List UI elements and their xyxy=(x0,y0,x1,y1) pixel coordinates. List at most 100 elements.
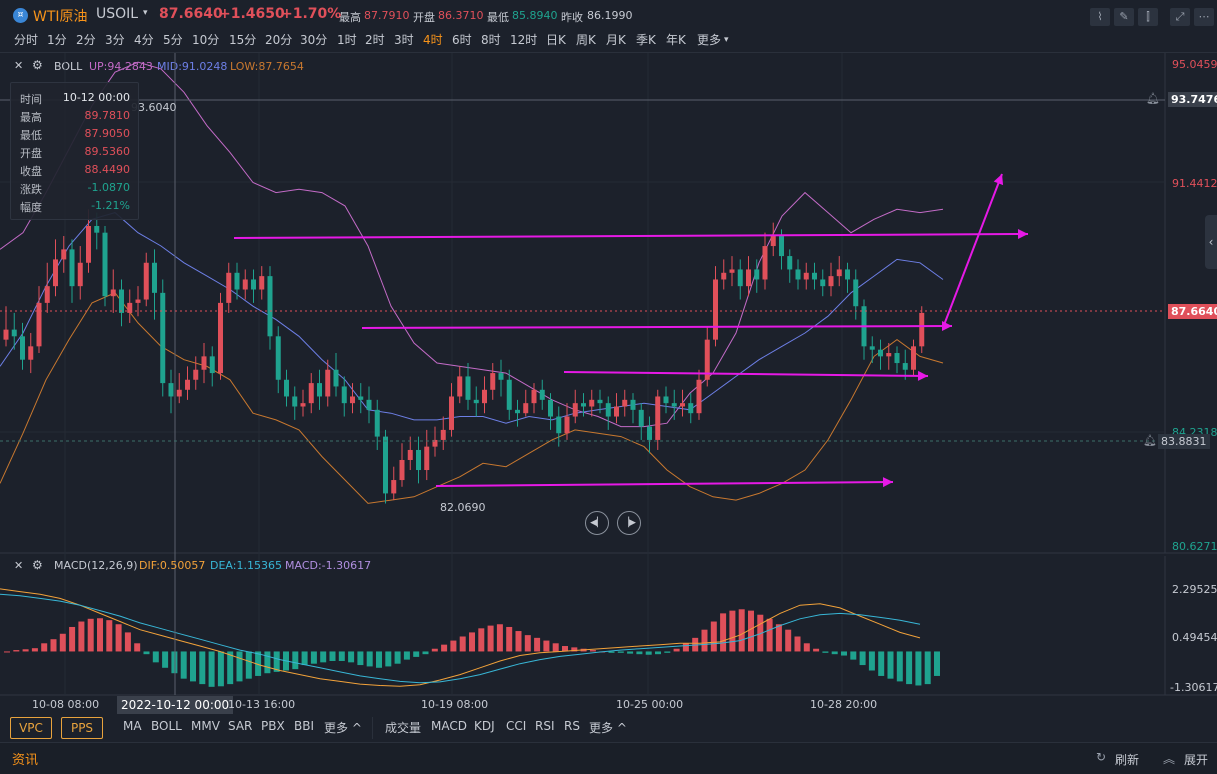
main-indicator-1[interactable]: BOLL xyxy=(151,719,182,733)
sub-indicator-4[interactable]: RSI xyxy=(535,719,555,733)
macd-bar xyxy=(97,618,103,652)
candle-body xyxy=(374,409,380,437)
candle-body xyxy=(424,446,430,471)
expand-icon[interactable]: ︽ xyxy=(1163,750,1175,767)
macd-bar xyxy=(924,651,931,685)
macd-bar xyxy=(320,651,327,663)
macd-bar xyxy=(469,632,475,652)
macd-bar xyxy=(887,651,894,679)
boll-lower-line xyxy=(0,292,944,504)
candle-body xyxy=(853,279,859,307)
candle-body xyxy=(688,403,694,414)
main-indicator-6[interactable]: 更多 ^ xyxy=(324,719,362,736)
candle-body xyxy=(655,396,661,440)
sub-indicator-1[interactable]: MACD xyxy=(431,719,467,733)
side-panel-toggle-icon[interactable]: ‹ xyxy=(1205,215,1217,269)
close-macd-icon[interactable]: ✕ xyxy=(14,559,23,572)
macd-bar xyxy=(422,651,429,655)
crosshair-time-badge: 2022-10-12 00:00 xyxy=(117,696,234,714)
main-indicator-0[interactable]: MA xyxy=(123,719,142,733)
tip-close: 88.4490 xyxy=(84,163,131,176)
macd-bar xyxy=(403,651,410,660)
candle-body xyxy=(919,312,925,347)
candle-body xyxy=(556,416,562,434)
candle-body xyxy=(308,383,314,404)
main-indicator-4[interactable]: PBX xyxy=(261,719,285,733)
candle-body xyxy=(275,336,281,380)
candle-body xyxy=(3,329,9,340)
candle-tooltip: 时间 10-12 00:00 最高 89.7810 最低 87.9050 开盘 … xyxy=(10,82,139,220)
boll-mid-line xyxy=(0,212,944,424)
macd-bar xyxy=(720,613,727,652)
tip-chg: -1.0870 xyxy=(87,181,130,194)
candle-body xyxy=(754,269,760,280)
macd-bar xyxy=(264,651,271,674)
prev-step-icon[interactable]: ◀▏ xyxy=(585,511,609,535)
main-indicator-3[interactable]: SAR xyxy=(228,719,252,733)
sub-indicator-6[interactable]: 更多 ^ xyxy=(589,719,627,736)
candle-body xyxy=(110,289,116,297)
low-mark-label: 82.0690 xyxy=(440,501,486,514)
candle-body xyxy=(61,249,67,260)
candle-body xyxy=(407,449,413,460)
news-tab[interactable]: 资讯 xyxy=(12,749,38,768)
macd-name: MACD(12,26,9) xyxy=(54,559,138,572)
candle-body xyxy=(539,389,545,400)
macd-bar xyxy=(87,618,94,652)
chart-canvas[interactable] xyxy=(0,0,1217,773)
bell-icon[interactable]: 🔔︎ xyxy=(1146,92,1160,105)
macd-bar xyxy=(301,651,308,666)
bottom-support-arrow xyxy=(435,481,894,487)
expand-button[interactable]: 展开 xyxy=(1184,751,1208,768)
candle-body xyxy=(77,262,83,287)
candle-body xyxy=(523,403,529,414)
candle-body xyxy=(416,449,421,471)
main-indicator-5[interactable]: BBI xyxy=(294,719,314,733)
candle-body xyxy=(160,292,166,384)
macd-settings-icon[interactable]: ⚙ xyxy=(32,558,43,572)
candle-body xyxy=(869,346,875,350)
macd-bar xyxy=(748,610,754,652)
next-step-icon[interactable]: ▕▶ xyxy=(617,511,641,535)
tip-open-label: 开盘 xyxy=(20,147,42,160)
candle-body xyxy=(259,276,265,290)
main-indicator-2[interactable]: MMV xyxy=(191,719,220,733)
macd-bar xyxy=(813,648,820,652)
candle-body xyxy=(449,396,454,430)
candle-body xyxy=(251,279,256,290)
candle-body xyxy=(515,409,520,414)
refresh-button[interactable]: 刷新 xyxy=(1115,751,1139,768)
macd-bar xyxy=(152,651,159,663)
candle-body xyxy=(721,272,727,280)
macd-bar xyxy=(729,610,736,652)
macd-bar xyxy=(106,620,113,652)
candle-body xyxy=(564,416,570,434)
sub-indicator-5[interactable]: RS xyxy=(564,719,580,733)
macd-bar xyxy=(366,651,373,667)
candle-body xyxy=(399,459,405,481)
pps-button[interactable]: PPS xyxy=(61,717,103,739)
time-tick-2: 10-13 16:00 xyxy=(228,698,296,711)
candle-body xyxy=(350,396,355,404)
vpc-button[interactable]: VPC xyxy=(10,717,52,739)
candle-body xyxy=(36,302,42,347)
macd-bar xyxy=(450,640,457,652)
sub-indicator-0[interactable]: 成交量 xyxy=(385,719,421,736)
sub-indicator-3[interactable]: CCI xyxy=(506,719,526,733)
macd-bar xyxy=(59,633,66,652)
macd-bar xyxy=(124,632,131,652)
macd-bar xyxy=(710,621,717,652)
candle-body xyxy=(894,353,900,364)
alert-bell-icon[interactable]: 🔔︎ xyxy=(1143,434,1157,447)
candle-body xyxy=(581,403,586,407)
candle-body xyxy=(746,269,751,287)
candle-body xyxy=(795,269,801,280)
macd-bar xyxy=(515,631,522,652)
candle-body xyxy=(193,369,199,380)
macd-bar xyxy=(794,636,801,652)
macd-bar xyxy=(822,651,829,653)
refresh-icon[interactable]: ↻ xyxy=(1096,750,1106,764)
macd-bar xyxy=(738,609,745,652)
sub-indicator-2[interactable]: KDJ xyxy=(474,719,495,733)
candle-body xyxy=(242,279,248,290)
